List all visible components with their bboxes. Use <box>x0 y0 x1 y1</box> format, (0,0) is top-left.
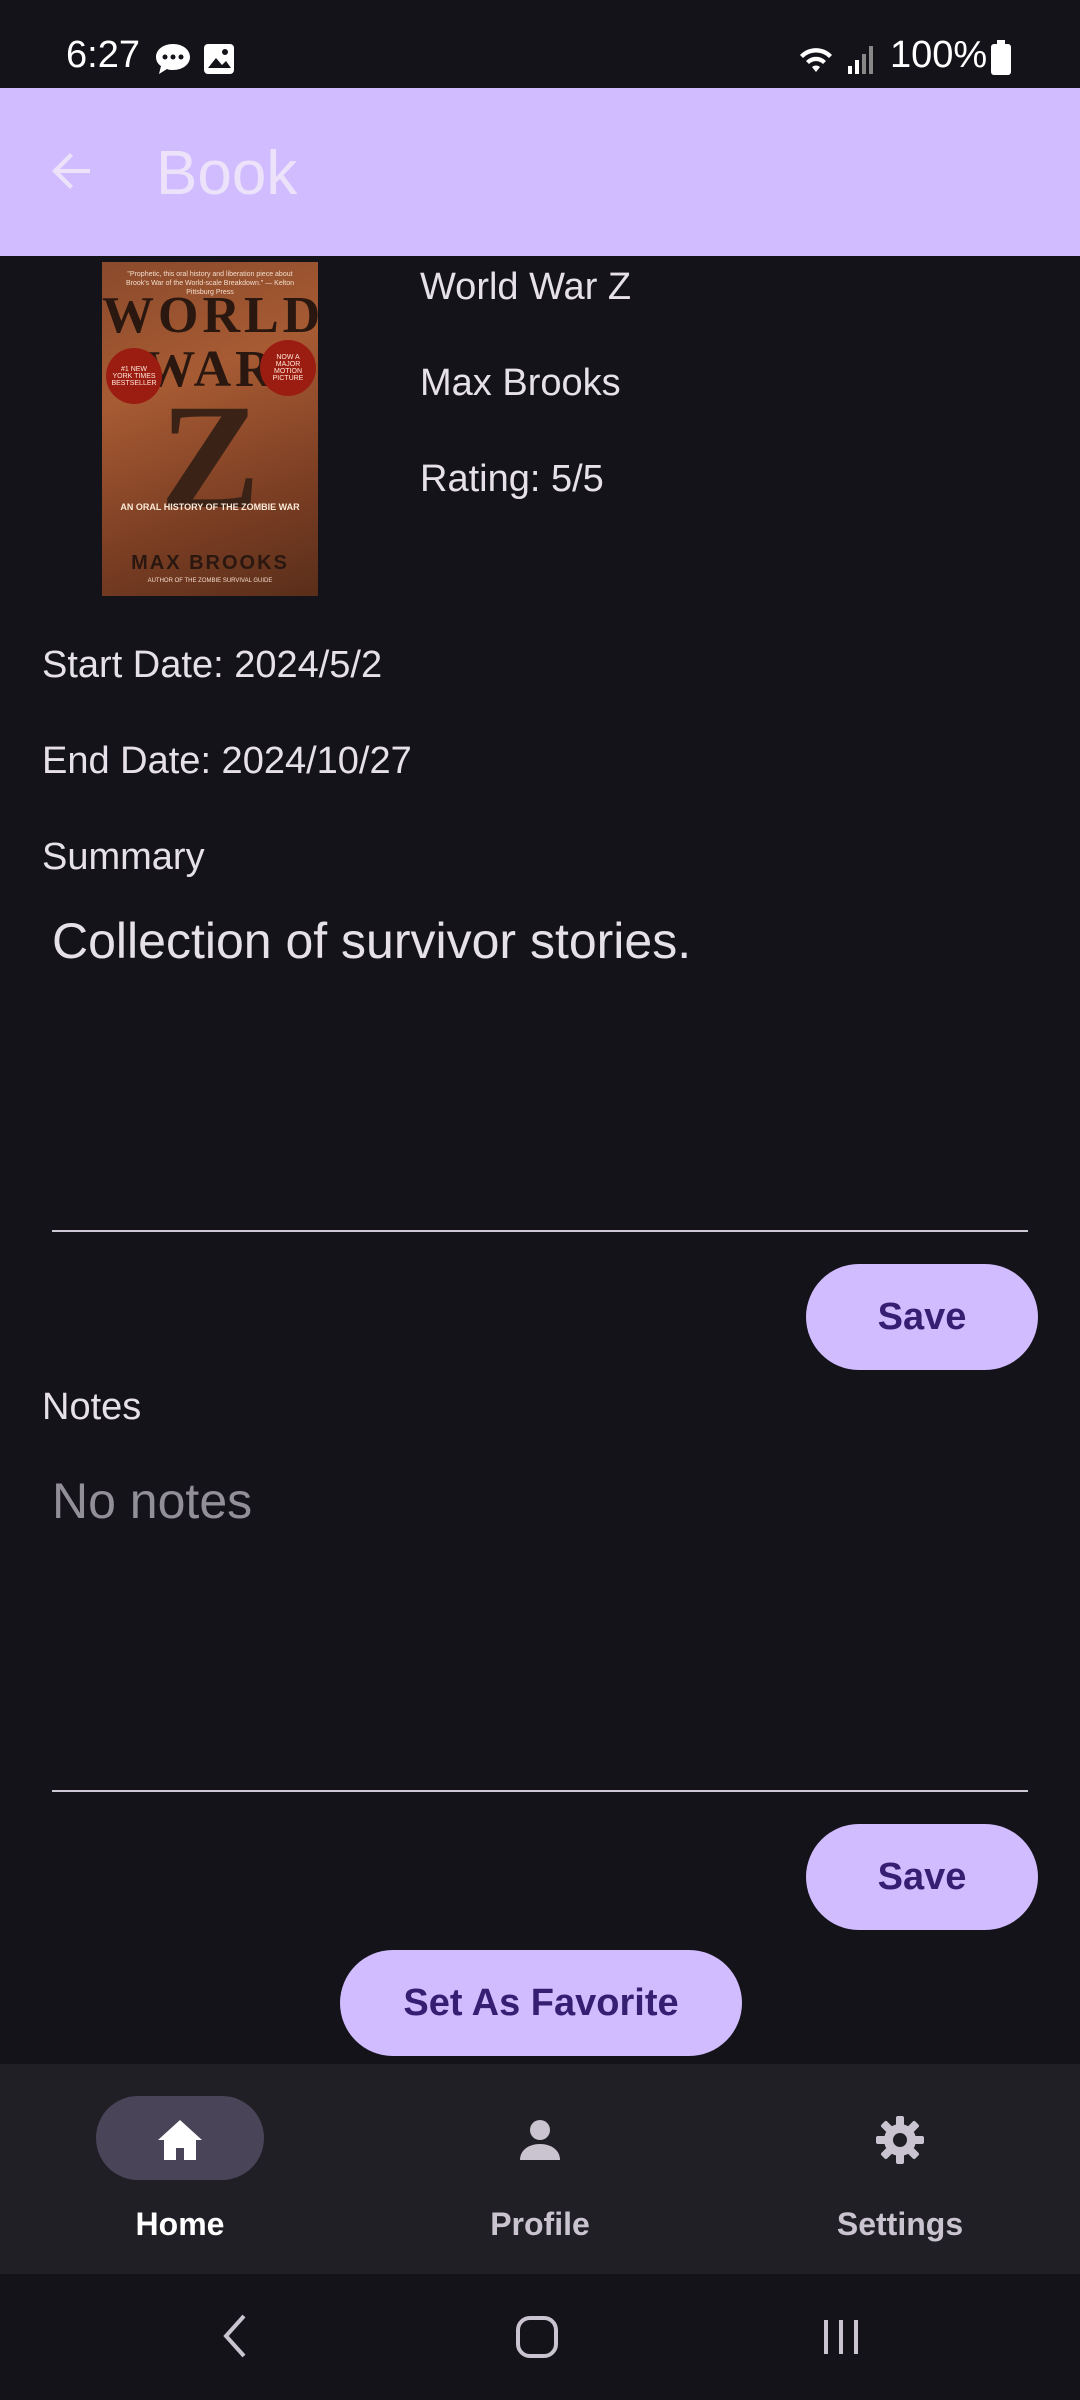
system-navigation-bar <box>0 2274 1080 2400</box>
nav-item-profile[interactable]: Profile <box>360 2064 720 2274</box>
back-icon[interactable] <box>216 2310 256 2362</box>
page-title: Book <box>156 139 298 208</box>
home-icon <box>158 2120 202 2160</box>
cover-seal-right: NOW A MAJOR MOTION PICTURE <box>260 340 316 396</box>
battery-icon <box>991 40 1011 75</box>
home-circle-icon[interactable] <box>514 2314 560 2360</box>
message-icon <box>156 44 190 74</box>
nav-item-home[interactable]: Home <box>0 2064 360 2274</box>
recents-icon[interactable] <box>818 2314 864 2360</box>
cover-subtitle: AN ORAL HISTORY OF THE ZOMBIE WAR <box>120 502 300 512</box>
book-cover-image: "Prophetic, this oral history and libera… <box>102 262 318 596</box>
app-bar: Book <box>0 88 1080 256</box>
gear-icon <box>876 2116 924 2164</box>
book-title: World War Z <box>420 266 632 308</box>
cover-footer: AUTHOR OF THE ZOMBIE SURVIVAL GUIDE <box>147 578 273 584</box>
summary-field[interactable]: Collection of survivor stories. <box>52 912 1028 1232</box>
set-favorite-button[interactable]: Set As Favorite <box>340 1950 742 2056</box>
cover-seal-left: #1 NEW YORK TIMES BESTSELLER <box>106 348 162 404</box>
status-bar: 6:27 100% <box>0 0 1080 88</box>
book-rating: Rating: 5/5 <box>420 458 604 500</box>
nav-item-settings[interactable]: Settings <box>720 2064 1080 2274</box>
summary-label: Summary <box>42 836 205 878</box>
nav-label-profile: Profile <box>490 2206 590 2242</box>
wifi-icon <box>800 48 832 72</box>
save-summary-button[interactable]: Save <box>806 1264 1038 1370</box>
book-author: Max Brooks <box>420 362 621 404</box>
start-date: Start Date: 2024/5/2 <box>42 644 383 686</box>
battery-percent: 100% <box>890 34 988 76</box>
nav-label-home: Home <box>135 2206 225 2242</box>
status-time: 6:27 <box>66 34 140 76</box>
notes-label: Notes <box>42 1386 142 1428</box>
bottom-navigation: Home Profile Settings <box>0 2064 1080 2274</box>
arrow-back-icon[interactable] <box>46 146 96 196</box>
cover-title-line1: WORLD <box>102 287 318 344</box>
end-date: End Date: 2024/10/27 <box>42 740 412 782</box>
image-icon <box>204 44 234 74</box>
nav-label-settings: Settings <box>836 2206 964 2242</box>
signal-icon <box>848 46 873 74</box>
notes-field[interactable]: No notes <box>52 1472 1028 1792</box>
cover-author: MAX BROOKS <box>131 552 289 574</box>
save-notes-button[interactable]: Save <box>806 1824 1038 1930</box>
person-icon <box>520 2120 560 2160</box>
